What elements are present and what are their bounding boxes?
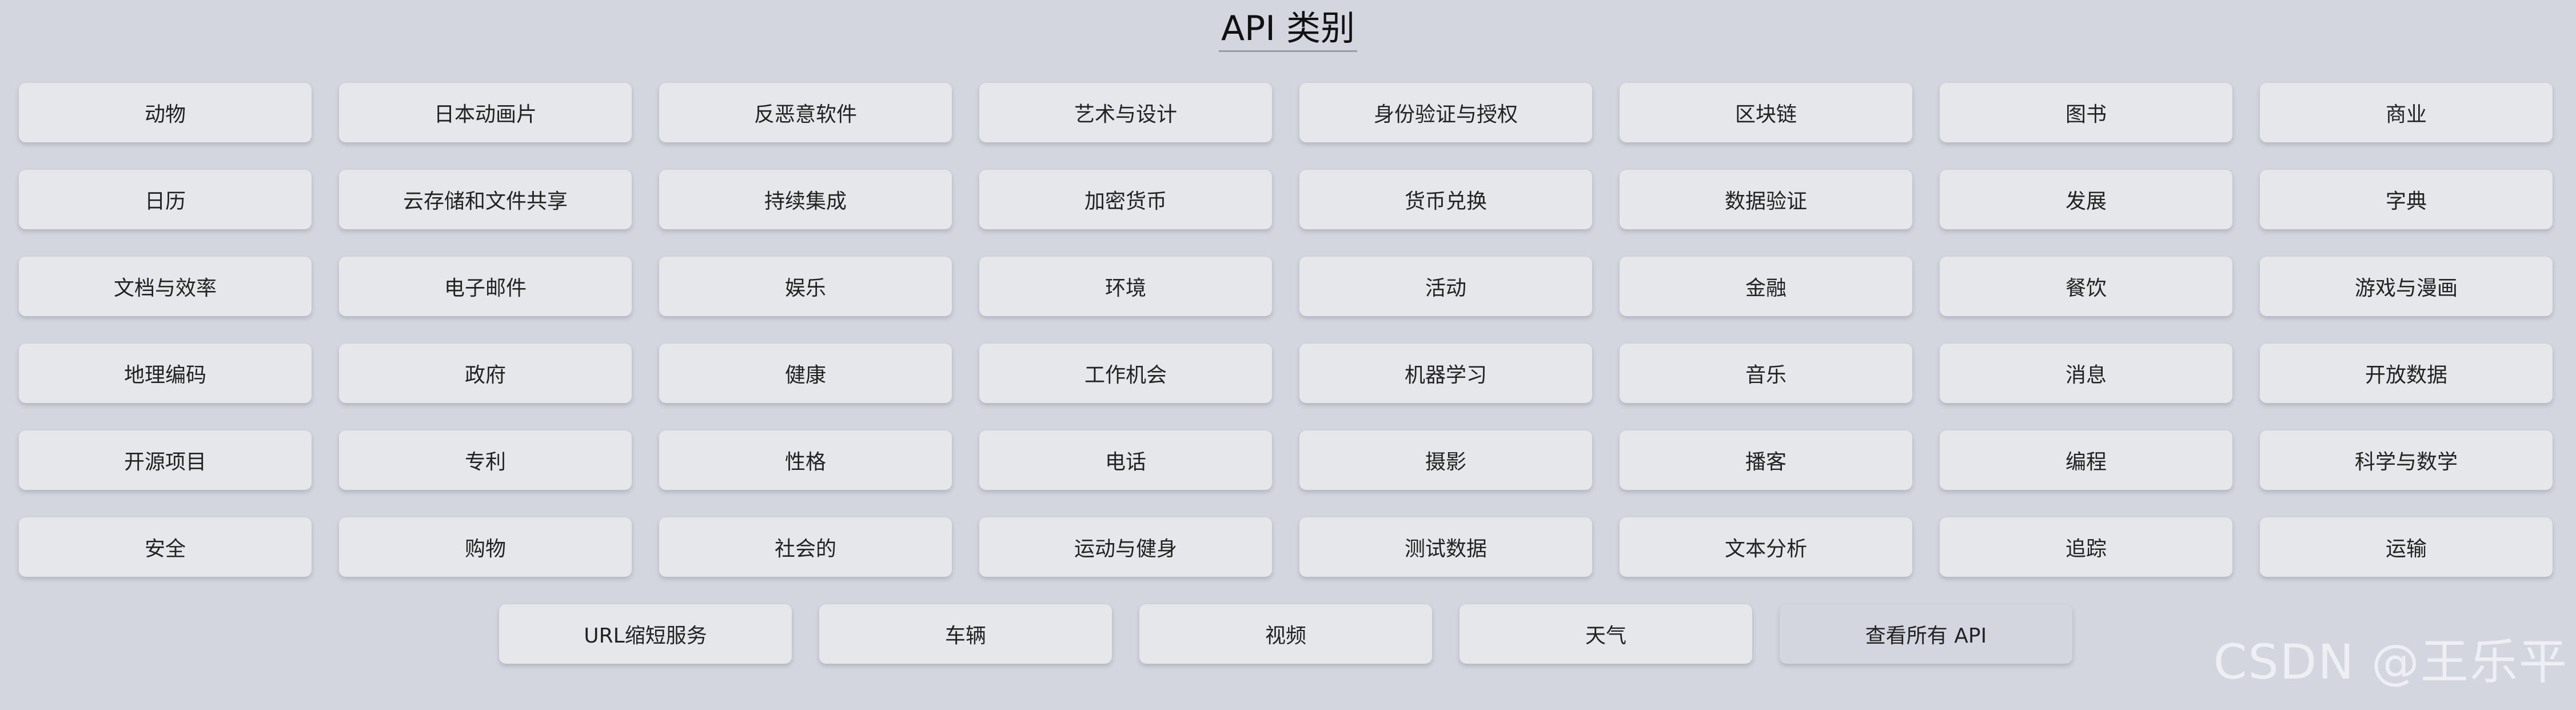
category-button-machine-learning[interactable]: 机器学习	[1299, 344, 1592, 403]
category-button-sports-fitness[interactable]: 运动与健身	[979, 517, 1272, 577]
category-button-books[interactable]: 图书	[1940, 83, 2232, 142]
category-button-art-design[interactable]: 艺术与设计	[979, 83, 1272, 142]
category-button-animals[interactable]: 动物	[19, 83, 312, 142]
category-button-finance[interactable]: 金融	[1620, 257, 1912, 316]
category-button-security[interactable]: 安全	[19, 517, 312, 577]
category-button-cloud-storage[interactable]: 云存储和文件共享	[339, 170, 632, 229]
category-button-music[interactable]: 音乐	[1620, 344, 1912, 403]
category-button-anime[interactable]: 日本动画片	[339, 83, 632, 142]
category-button-email[interactable]: 电子邮件	[339, 257, 632, 316]
category-button-patent[interactable]: 专利	[339, 430, 632, 490]
category-button-photography[interactable]: 摄影	[1299, 430, 1592, 490]
category-button-science-math[interactable]: 科学与数学	[2260, 430, 2553, 490]
category-last-row: URL缩短服务 车辆 视频 天气 查看所有 API	[499, 604, 2072, 664]
category-button-data-validation[interactable]: 数据验证	[1620, 170, 1912, 229]
category-button-video[interactable]: 视频	[1139, 604, 1432, 664]
category-button-jobs[interactable]: 工作机会	[979, 344, 1272, 403]
watermark: CSDN @王乐平	[2213, 634, 2568, 690]
category-button-events[interactable]: 活动	[1299, 257, 1592, 316]
category-button-phone[interactable]: 电话	[979, 430, 1272, 490]
category-button-url-shorteners[interactable]: URL缩短服务	[499, 604, 792, 664]
category-button-text-analysis[interactable]: 文本分析	[1620, 517, 1912, 577]
category-button-food-drink[interactable]: 餐饮	[1940, 257, 2232, 316]
page-title: API 类别	[0, 6, 2576, 52]
category-button-cryptocurrency[interactable]: 加密货币	[979, 170, 1272, 229]
view-all-apis-button[interactable]: 查看所有 API	[1780, 604, 2072, 664]
category-button-social[interactable]: 社会的	[659, 517, 952, 577]
category-button-entertainment[interactable]: 娱乐	[659, 257, 952, 316]
category-button-open-data[interactable]: 开放数据	[2260, 344, 2553, 403]
category-button-programming[interactable]: 编程	[1940, 430, 2232, 490]
category-button-weather[interactable]: 天气	[1460, 604, 1752, 664]
category-button-podcasts[interactable]: 播客	[1620, 430, 1912, 490]
category-button-transportation[interactable]: 运输	[2260, 517, 2553, 577]
category-button-development[interactable]: 发展	[1940, 170, 2232, 229]
category-button-test-data[interactable]: 测试数据	[1299, 517, 1592, 577]
category-button-documents-productivity[interactable]: 文档与效率	[19, 257, 312, 316]
category-button-dictionaries[interactable]: 字典	[2260, 170, 2553, 229]
category-button-blockchain[interactable]: 区块链	[1620, 83, 1912, 142]
category-button-currency-exchange[interactable]: 货币兑换	[1299, 170, 1592, 229]
category-button-open-source-projects[interactable]: 开源项目	[19, 430, 312, 490]
category-button-authentication[interactable]: 身份验证与授权	[1299, 83, 1592, 142]
category-button-government[interactable]: 政府	[339, 344, 632, 403]
category-button-health[interactable]: 健康	[659, 344, 952, 403]
category-button-games-comics[interactable]: 游戏与漫画	[2260, 257, 2553, 316]
category-button-anti-malware[interactable]: 反恶意软件	[659, 83, 952, 142]
category-button-news[interactable]: 消息	[1940, 344, 2232, 403]
category-button-environment[interactable]: 环境	[979, 257, 1272, 316]
page-title-text: API 类别	[1219, 7, 1357, 52]
category-button-tracking[interactable]: 追踪	[1940, 517, 2232, 577]
category-button-shopping[interactable]: 购物	[339, 517, 632, 577]
category-button-personality[interactable]: 性格	[659, 430, 952, 490]
category-button-geocoding[interactable]: 地理编码	[19, 344, 312, 403]
category-button-business[interactable]: 商业	[2260, 83, 2553, 142]
category-button-continuous-integration[interactable]: 持续集成	[659, 170, 952, 229]
category-button-calendar[interactable]: 日历	[19, 170, 312, 229]
category-grid: 动物 日本动画片 反恶意软件 艺术与设计 身份验证与授权 区块链 图书 商业 日…	[19, 83, 2575, 577]
category-button-vehicle[interactable]: 车辆	[819, 604, 1112, 664]
